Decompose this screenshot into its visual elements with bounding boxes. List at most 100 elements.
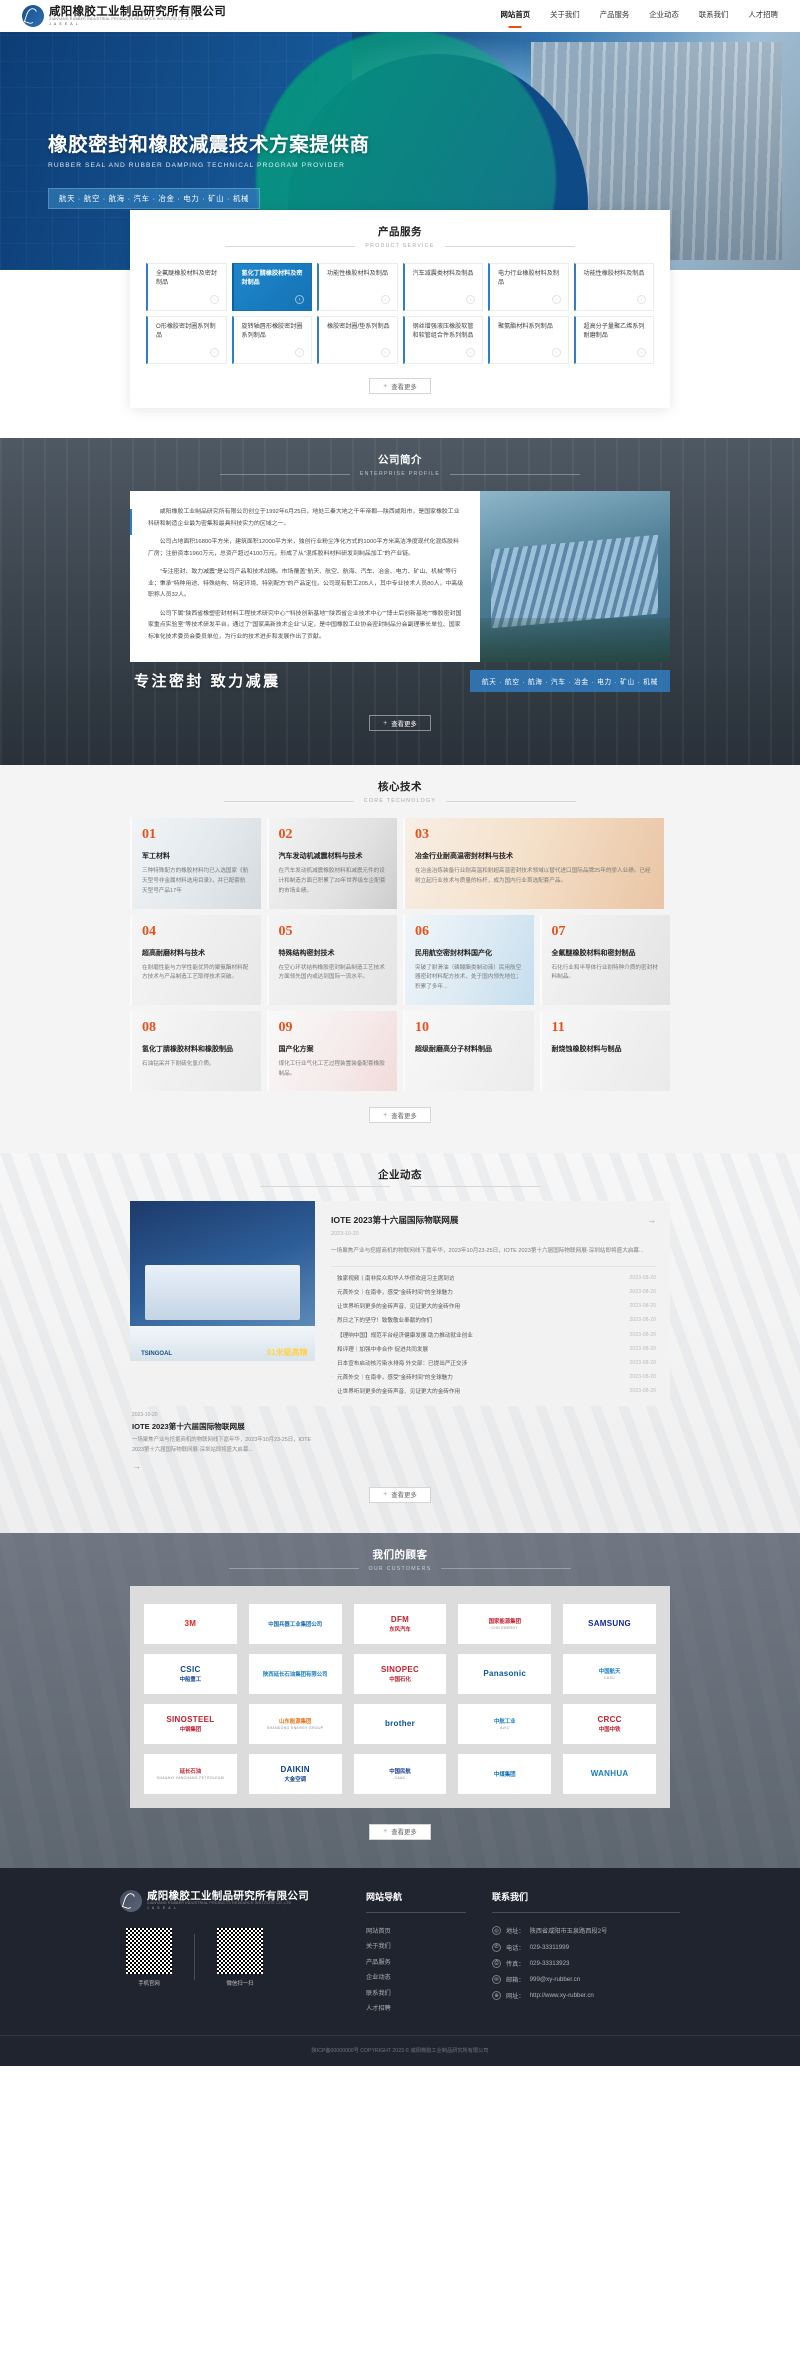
footer-contact-email: ✉ 邮箱： 999@xy-rubber.cn: [492, 1971, 680, 1987]
arrow-right-icon[interactable]: →: [132, 1461, 670, 1471]
news-list-item[interactable]: · 让世界听到更多的金砖声音、见证更大的金砖作用 2023-08-20: [331, 1299, 656, 1313]
footer-brand-tag: J A S E A L: [147, 1905, 177, 1910]
qr-mobile-site: 手机官网: [126, 1928, 172, 1987]
product-label: 汽车减震类材料及制品: [412, 270, 474, 277]
customer-logo-mark: DFM: [390, 1614, 410, 1624]
customer-logo-18[interactable]: 中煤集团: [458, 1753, 552, 1794]
tech-card-05[interactable]: 05 特殊结构密封技术 在空心环状结构橡胶密封制品制造工艺技术方面领先国内或达到国际…: [266, 914, 397, 1005]
customer-logo-2[interactable]: DFM 东风汽车: [353, 1603, 447, 1644]
profile-more-button[interactable]: + 查看更多: [369, 715, 431, 732]
customer-logo-8[interactable]: Panasonic: [458, 1653, 552, 1694]
tech-desc: 石化行业和半导体行业耐特种介质的密封材料制品。: [551, 964, 658, 981]
news-item-date: 2023-08-20: [629, 1289, 656, 1296]
news-featured-image[interactable]: TSINGOAL 01米级高精: [130, 1201, 315, 1362]
customer-logo-13[interactable]: 中航工业 AVIC: [458, 1703, 552, 1744]
customer-logo-16[interactable]: DAIKIN 大金空调: [248, 1753, 342, 1794]
customer-logo-4[interactable]: SAMSUNG: [563, 1603, 656, 1644]
news-featured-title-row[interactable]: IOTE 2023第十六届国际物联网展 →: [331, 1214, 656, 1226]
tech-card-04[interactable]: 04 超高耐磨材料与技术 在耐磨性能与力学性能优异的聚氨酯材料配方技术与产品制造工艺…: [130, 914, 261, 1005]
footer-contact-website[interactable]: ⊕ 网址： http://www.xy-rubber.cn: [492, 1988, 680, 2004]
customer-logo-mark: SINOSTEEL: [166, 1714, 215, 1724]
news-list-item[interactable]: · 独家视频丨南非民众和华人华侨欢迎习主席到访 2023-08-20: [331, 1271, 656, 1285]
divider-right: [444, 245, 575, 247]
news-list-item[interactable]: · 元首外交｜在南非，感受"金砖时间"的全球魅力 2023-08-20: [331, 1370, 656, 1384]
product-card-8[interactable]: 橡胶密封圈/垫系列制品 ›: [317, 316, 398, 364]
customer-logo-15[interactable]: 延长石油 SHAANXI YANCHANG PETROLEUM: [144, 1753, 237, 1794]
product-card-4[interactable]: 电力行业橡胶材料及制品 ›: [488, 263, 569, 311]
footer-nav-title: 网站导航: [366, 1891, 403, 1902]
product-more-button[interactable]: + 查看更多: [369, 378, 431, 394]
news-list-item[interactable]: · 元首外交｜在南非，感受"金砖时间"的全球魅力 2023-08-20: [331, 1285, 656, 1299]
customer-logo-10[interactable]: SINOSTEEL 中钢集团: [144, 1703, 237, 1744]
tech-title: 氢化丁腈橡胶材料和橡胶制品: [142, 1045, 233, 1053]
chevron-right-icon: ›: [551, 348, 561, 357]
customer-logo-0[interactable]: 3M: [144, 1603, 237, 1644]
customer-logo-7[interactable]: SINOPEC 中国石化: [353, 1653, 447, 1694]
news-caption[interactable]: 2023-10-20 IOTE 2023第十六届国际物联网展 一场聚焦产业与挖掘…: [130, 1412, 670, 1470]
footer-copyright: 陕ICP备00000000号 COPYRIGHT 2023 © 咸阳橡胶工业制品…: [0, 2035, 800, 2066]
chevron-right-icon: ›: [637, 348, 646, 357]
nav-item-jobs[interactable]: 人才招聘: [748, 9, 778, 24]
customer-logo-9[interactable]: 中国航天 CASC: [563, 1653, 656, 1694]
product-card-0[interactable]: 全氟醚橡胶材料及密封制品 ›: [146, 263, 227, 311]
news-list-item[interactable]: · 让世界听到更多的金砖声音、见证更大的金砖作用 2023-08-20: [331, 1384, 656, 1398]
footer-nav-jobs[interactable]: 人才招聘: [366, 2000, 466, 2015]
footer-nav-about[interactable]: 关于我们: [366, 1938, 466, 1953]
tech-card-07[interactable]: 07 全氟醚橡胶材料和密封制品 石化行业和半导体行业耐特种介质的密封材料制品。: [539, 914, 670, 1005]
customer-logo-17[interactable]: 中国民航 CAAC: [353, 1753, 447, 1794]
product-card-11[interactable]: 超高分子量聚乙烯系列耐磨制品 ›: [573, 316, 654, 364]
news-list-item[interactable]: · 烈日之下的坚守！致敬敬业奉献的你们 2023-08-20: [331, 1313, 656, 1327]
tech-card-03[interactable]: 03 冶金行业耐高温密封材料与技术 在冶金冶炼装备行业耐高温和耐超高温密封技术领域以…: [403, 818, 664, 909]
footer-logo[interactable]: 咸阳橡胶工业制品研究所有限公司 XIANYANG RUBBER INDUSTRI…: [120, 1889, 340, 1912]
product-label: 橡胶密封圈/垫系列制品: [327, 323, 390, 330]
nav-item-products[interactable]: 产品服务: [600, 9, 630, 24]
customer-logo-name-en: CAAC: [394, 1776, 406, 1781]
product-card-9[interactable]: 钢丝增强液压橡胶软管和软管组合件系列制品 ›: [402, 316, 483, 364]
tech-card-09[interactable]: 09 国产化方案 煤化工行业气化工艺过程装置装备配套橡胶制品。: [266, 1010, 397, 1092]
profile-text: 咸阳橡胶工业制品研究所有限公司创立于1992年6月25日，地处三秦大地之千年帝都…: [130, 491, 480, 662]
main-nav: 网站首页 关于我们 产品服务 企业动态 联系我们 人才招聘: [501, 9, 778, 24]
customer-logo-5[interactable]: CSIC 中船重工: [144, 1653, 237, 1694]
hero-industry-tags: 航天 · 航空 · 航海 · 汽车 · 冶金 · 电力 · 矿山 · 机械: [48, 188, 261, 209]
product-card-1[interactable]: 氢化丁腈橡胶材料及密封制品 ›: [231, 263, 312, 311]
product-card-5[interactable]: 功能性橡胶材料及制品 ›: [573, 263, 654, 311]
customer-logo-19[interactable]: WANHUA: [563, 1753, 656, 1794]
customers-panel: 3M 中国兵器工业集团公司 DFM 东风汽车 国家能源集团 CHN ENERGY SAMSU…: [130, 1585, 670, 1808]
news-list-item[interactable]: · 日本宣布启动核污染水排海 外交部：已提出严正交涉 2023-08-20: [331, 1356, 656, 1370]
news-featured-date: 2023-10-20: [331, 1231, 359, 1238]
product-label: 氢化丁腈橡胶材料及密封制品: [241, 270, 303, 286]
customer-logo-name-en: SHANDONG ENERGY GROUP: [266, 1726, 324, 1731]
tech-card-06[interactable]: 06 民用航空密封材料国产化 突破了耐滑油（磷酸酯类制动液）民用航空器密封材料配方技…: [403, 914, 534, 1005]
nav-item-about[interactable]: 关于我们: [550, 9, 580, 24]
product-card-10[interactable]: 聚氨酯材料系列制品 ›: [488, 316, 569, 364]
footer-nav-home[interactable]: 网站首页: [366, 1923, 466, 1938]
product-card-6[interactable]: O形橡胶密封圈系列制品 ›: [146, 316, 227, 364]
product-card-3[interactable]: 汽车减震类材料及制品 ›: [402, 263, 483, 311]
customer-logo-14[interactable]: CRCC 中国中铁: [563, 1703, 656, 1744]
tech-card-10[interactable]: 10 超级耐磨高分子材料制品: [403, 1010, 534, 1092]
divider-left: [228, 1568, 359, 1570]
footer-nav-contact[interactable]: 联系我们: [366, 1984, 466, 1999]
tech-card-11[interactable]: 11 耐烧蚀橡胶材料与制品: [539, 1010, 670, 1092]
nav-item-home[interactable]: 网站首页: [501, 9, 531, 24]
tech-card-01[interactable]: 01 军工材料 三种特殊配方的橡胶材料均已入选国家《航天型号非金属材料选用目录》，并…: [130, 818, 261, 909]
tech-card-08[interactable]: 08 氢化丁腈橡胶材料和橡胶制品 石油钻采井下耐硫化氢介质。: [130, 1010, 261, 1092]
customer-logo-11[interactable]: 山东能源集团 SHANDONG ENERGY GROUP: [248, 1703, 342, 1744]
customer-logo-6[interactable]: 陕西延长石油集团有限公司: [248, 1653, 342, 1694]
customer-logo-12[interactable]: brother: [353, 1703, 447, 1744]
news-list-item[interactable]: · 和评理｜加强中非合作 促进共同发展 2023-08-20: [331, 1342, 656, 1356]
news-more-button[interactable]: + 查看更多: [369, 1486, 431, 1503]
footer-nav-products[interactable]: 产品服务: [366, 1954, 466, 1969]
nav-item-news[interactable]: 企业动态: [649, 9, 679, 24]
product-card-7[interactable]: 旋转轴唇形橡胶密封圈系列制品 ›: [231, 316, 312, 364]
footer-nav-news[interactable]: 企业动态: [366, 1969, 466, 1984]
tech-card-02[interactable]: 02 汽车发动机减震材料与技术 在汽车发动机减震橡胶材料和减震元件的设计和制造方面已…: [266, 818, 397, 909]
customer-logo-3[interactable]: 国家能源集团 CHN ENERGY: [458, 1603, 552, 1644]
tech-grid: 01 军工材料 三种特殊配方的橡胶材料均已入选国家《航天型号非金属材料选用目录》，并…: [130, 818, 670, 1092]
tech-more-button[interactable]: + 查看更多: [369, 1107, 431, 1124]
nav-item-contact[interactable]: 联系我们: [699, 9, 729, 24]
news-list-item[interactable]: · 【理响中国】规范平台经济健康发展 助力推动就业创业 2023-08-20: [331, 1328, 656, 1342]
site-logo[interactable]: 咸阳橡胶工业制品研究所有限公司 XIANYANG RUBBER INDUSTRI…: [22, 5, 226, 27]
customer-logo-1[interactable]: 中国兵器工业集团公司: [248, 1603, 342, 1644]
product-card-2[interactable]: 功能性橡胶材料及制品 ›: [317, 263, 398, 311]
